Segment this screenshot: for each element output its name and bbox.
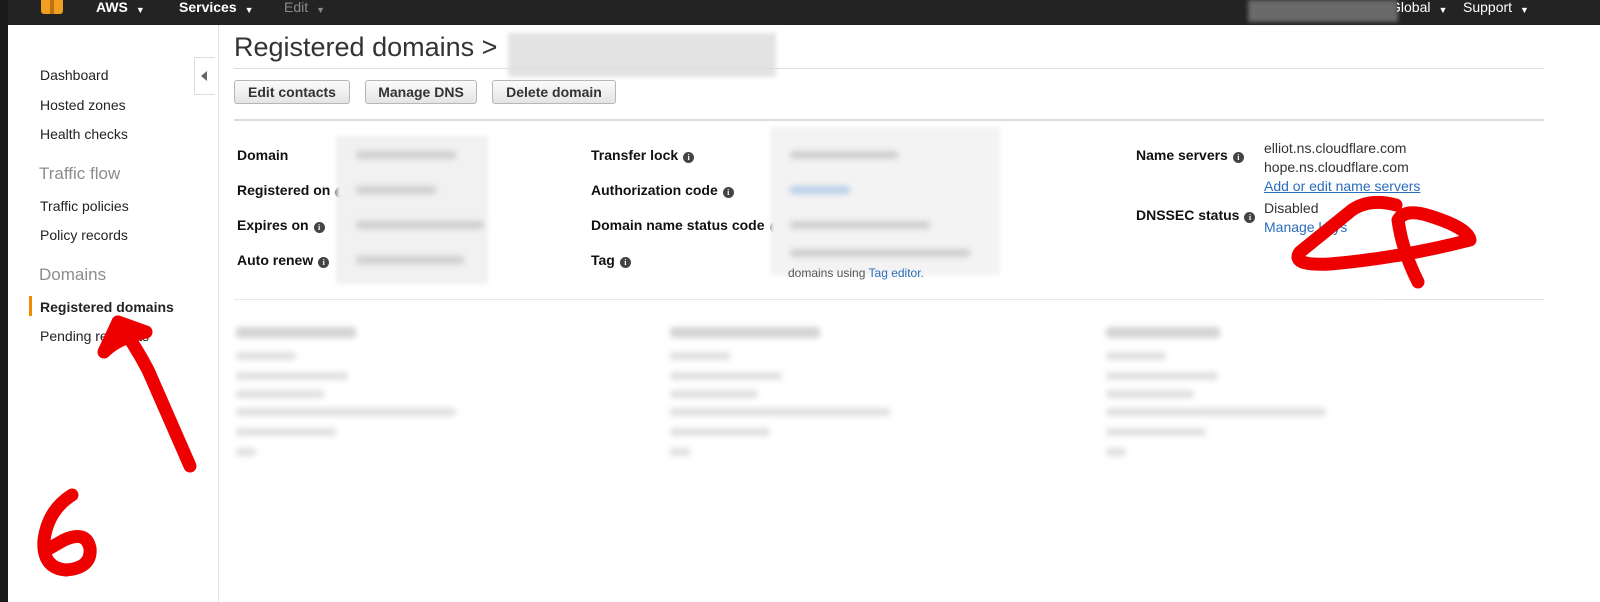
red-annotation-layer: [37, 195, 1477, 577]
number-four-annotation: [1291, 195, 1477, 289]
number-six-annotation: [37, 488, 97, 577]
